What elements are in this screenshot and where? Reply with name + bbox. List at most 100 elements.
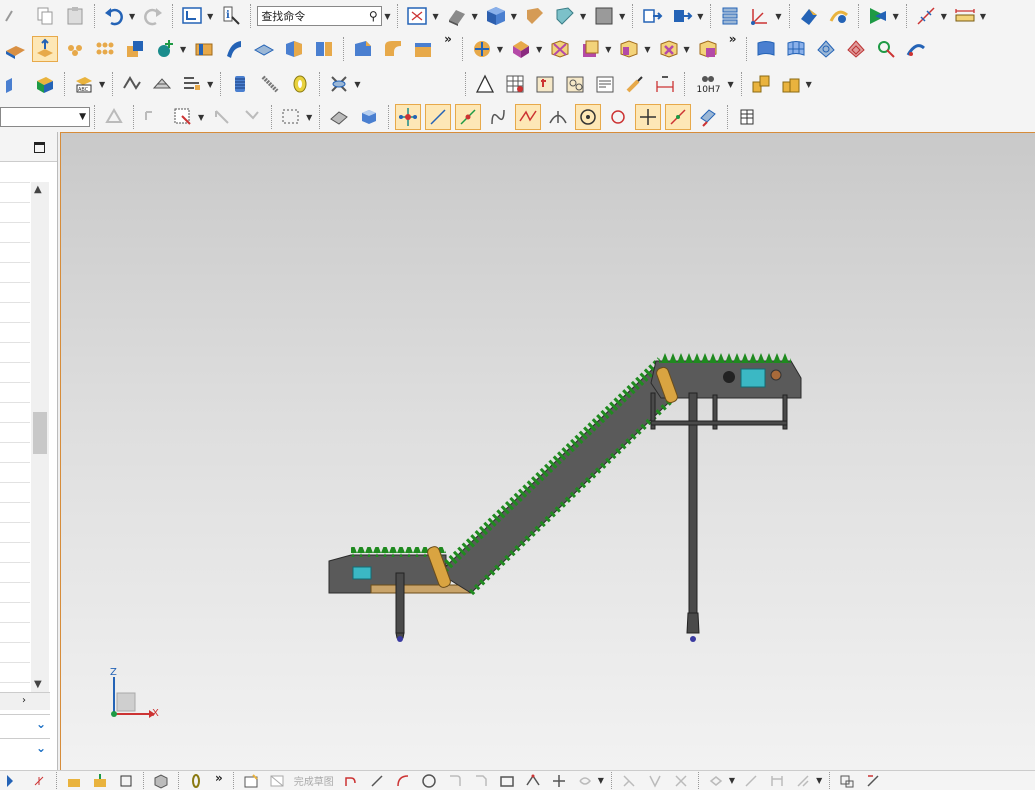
mirror-dropdown-icon[interactable]: ▼ bbox=[536, 45, 542, 54]
thicken-icon[interactable] bbox=[32, 71, 58, 97]
circle-icon[interactable] bbox=[575, 104, 602, 130]
list-item[interactable] bbox=[0, 343, 30, 363]
profile-icon[interactable] bbox=[340, 772, 362, 790]
scrollbar-thumb[interactable] bbox=[33, 412, 47, 454]
datum-dropdown-icon[interactable]: ▼ bbox=[180, 45, 186, 54]
filter-point-icon[interactable] bbox=[140, 104, 166, 130]
triangle-view-icon[interactable] bbox=[472, 71, 498, 97]
rectangle-icon[interactable] bbox=[496, 772, 518, 790]
blend-surface-icon[interactable] bbox=[903, 36, 929, 62]
drawing-view-icon[interactable] bbox=[532, 71, 558, 97]
navigator-horizontal-scrollbar[interactable]: › bbox=[0, 692, 50, 710]
tolerance-icon[interactable]: 10H7 bbox=[691, 71, 725, 97]
note-icon[interactable] bbox=[592, 71, 618, 97]
layer-icon[interactable] bbox=[717, 3, 743, 29]
mirror-curve-dropdown-icon[interactable]: ▼ bbox=[729, 776, 735, 785]
redo-icon[interactable] bbox=[140, 3, 166, 29]
chevron-down-icon[interactable]: ⌄ bbox=[36, 741, 46, 755]
coordinate-dropdown-icon[interactable]: ▼ bbox=[775, 12, 781, 21]
constraint-dropdown-icon[interactable]: ▼ bbox=[816, 776, 822, 785]
hole-icon[interactable] bbox=[92, 36, 118, 62]
weld-icon[interactable] bbox=[326, 71, 352, 97]
info-icon[interactable]: i bbox=[218, 3, 244, 29]
list-item[interactable] bbox=[0, 403, 30, 423]
marquee-dropdown-icon[interactable]: ▼ bbox=[306, 113, 312, 122]
offset-face-icon[interactable] bbox=[251, 36, 277, 62]
detail-view-icon[interactable] bbox=[562, 71, 588, 97]
scroll-up-icon[interactable]: ▲ bbox=[34, 184, 42, 195]
delete-face-dropdown-icon[interactable]: ▼ bbox=[684, 45, 690, 54]
navigator-vertical-scrollbar[interactable]: ▲ ▼ bbox=[31, 182, 49, 692]
list-item[interactable] bbox=[0, 623, 30, 643]
dependencies-section[interactable]: ⌄ bbox=[0, 714, 50, 736]
list-item[interactable] bbox=[0, 603, 30, 623]
analysis-icon[interactable] bbox=[796, 3, 822, 29]
revolve-icon[interactable] bbox=[62, 36, 88, 62]
draft-icon[interactable] bbox=[410, 36, 436, 62]
sweep-icon[interactable] bbox=[221, 36, 247, 62]
list-item[interactable] bbox=[0, 663, 30, 683]
select-filter-dropdown-icon[interactable]: ▼ bbox=[207, 12, 213, 21]
curve-analysis-icon[interactable] bbox=[826, 3, 852, 29]
dimension-dropdown-icon[interactable]: ▼ bbox=[941, 12, 947, 21]
trim-body-icon[interactable] bbox=[547, 36, 573, 62]
chamfer-icon[interactable] bbox=[380, 36, 406, 62]
table-icon[interactable] bbox=[502, 71, 528, 97]
trim-icon[interactable] bbox=[618, 772, 640, 790]
section-curve-icon[interactable] bbox=[119, 71, 145, 97]
list-item[interactable] bbox=[0, 503, 30, 523]
circle-tool-icon[interactable] bbox=[418, 772, 440, 790]
auto-constraint-icon[interactable] bbox=[792, 772, 814, 790]
wireframe-icon[interactable] bbox=[552, 3, 578, 29]
extend-icon[interactable] bbox=[644, 772, 666, 790]
conveyor-model[interactable] bbox=[61, 133, 1035, 771]
display-dropdown-icon[interactable]: ▼ bbox=[580, 12, 586, 21]
point-constraint-icon[interactable] bbox=[28, 772, 50, 790]
pattern-dropdown-icon[interactable]: ▼ bbox=[497, 45, 503, 54]
simulation-dropdown-icon[interactable]: ▼ bbox=[893, 12, 899, 21]
list-item[interactable] bbox=[0, 483, 30, 503]
mirror-icon[interactable] bbox=[508, 36, 534, 62]
replace-dropdown-icon[interactable]: ▼ bbox=[605, 45, 611, 54]
offset-dropdown-icon[interactable]: ▼ bbox=[598, 776, 604, 785]
spring-icon[interactable] bbox=[227, 71, 253, 97]
sketch-icon[interactable] bbox=[2, 36, 28, 62]
tolerance-dropdown-icon[interactable]: ▼ bbox=[727, 80, 733, 89]
project-curve-icon[interactable] bbox=[179, 71, 205, 97]
command-search-input[interactable]: 查找命令 ⚲ bbox=[257, 6, 383, 26]
pattern-icon[interactable] bbox=[469, 36, 495, 62]
list-item[interactable] bbox=[0, 163, 30, 183]
select-dropdown-icon[interactable]: ▼ bbox=[198, 113, 204, 122]
midpoint-icon[interactable] bbox=[455, 104, 482, 130]
text-feature-dropdown-icon[interactable]: ▼ bbox=[99, 80, 105, 89]
coordinate-system-icon[interactable] bbox=[747, 3, 773, 29]
copy-icon[interactable] bbox=[32, 3, 58, 29]
dimension-tool-icon[interactable] bbox=[740, 772, 762, 790]
sketch-task-icon[interactable] bbox=[2, 772, 24, 790]
sketch-settings-icon[interactable] bbox=[862, 772, 884, 790]
list-item[interactable] bbox=[0, 323, 30, 343]
move-component-icon[interactable] bbox=[639, 3, 665, 29]
select-arrow-icon[interactable] bbox=[209, 104, 235, 130]
balloon-dropdown-icon[interactable]: ▼ bbox=[806, 80, 812, 89]
point-tool-icon[interactable] bbox=[548, 772, 570, 790]
selection-scope-dropdown[interactable]: ▼ bbox=[0, 107, 90, 127]
attach-icon[interactable] bbox=[185, 772, 207, 790]
part-list-icon[interactable] bbox=[748, 71, 774, 97]
extrude-icon[interactable] bbox=[32, 36, 58, 62]
cube-dropdown-icon[interactable]: ▼ bbox=[511, 12, 517, 21]
cube-icon[interactable] bbox=[483, 3, 509, 29]
list-item[interactable] bbox=[0, 523, 30, 543]
part-icon[interactable] bbox=[150, 772, 172, 790]
list-item[interactable] bbox=[0, 303, 30, 323]
more-toolbar-button[interactable]: » bbox=[444, 32, 452, 46]
move-face-icon[interactable] bbox=[616, 36, 642, 62]
details-section[interactable]: ⌄ bbox=[0, 738, 50, 760]
intersection-icon[interactable] bbox=[515, 104, 542, 130]
list-item[interactable] bbox=[0, 643, 30, 663]
split-icon[interactable] bbox=[311, 36, 337, 62]
maximize-icon[interactable] bbox=[34, 142, 45, 153]
block-icon[interactable] bbox=[191, 36, 217, 62]
tangent-icon[interactable] bbox=[665, 104, 692, 130]
surface-icon[interactable] bbox=[753, 36, 779, 62]
